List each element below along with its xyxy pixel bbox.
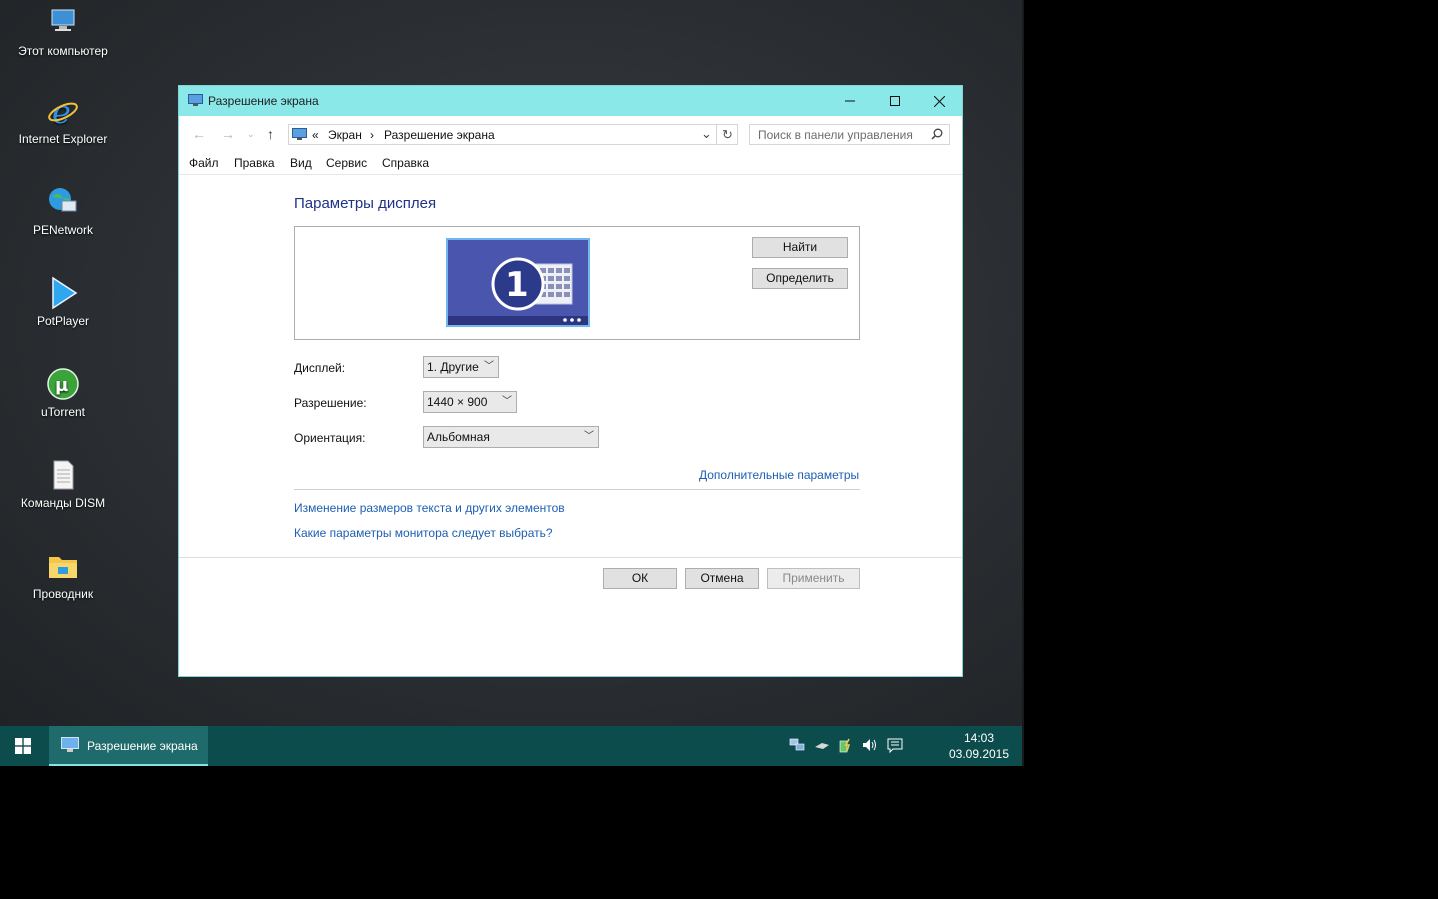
windows-logo-icon bbox=[15, 738, 31, 754]
monitor-1-tile[interactable]: 1 bbox=[446, 238, 590, 327]
chevron-down-icon: ﹀ bbox=[584, 431, 594, 442]
desktop-icon-dism-commands[interactable]: Команды DISM bbox=[8, 458, 118, 511]
breadcrumb-screen[interactable]: Экран bbox=[328, 128, 362, 142]
desktop-icon-label: Проводник bbox=[32, 587, 94, 601]
ok-button[interactable]: ОК bbox=[603, 568, 677, 589]
monitor-params-help-link[interactable]: Какие параметры монитора следует выбрать… bbox=[294, 526, 553, 540]
identify-button[interactable]: Определить bbox=[752, 268, 848, 289]
text-size-link[interactable]: Изменение размеров текста и других элеме… bbox=[294, 501, 565, 515]
apply-button[interactable]: Применить bbox=[767, 568, 860, 589]
display-value: 1. Другие bbox=[427, 360, 479, 374]
find-button[interactable]: Найти bbox=[752, 237, 848, 258]
text-document-icon bbox=[46, 458, 80, 492]
taskbar-item-screen-resolution[interactable]: Разрешение экрана bbox=[49, 726, 208, 766]
desktop-icon-label: Этот компьютер bbox=[18, 44, 108, 58]
recent-locations-chevron-icon[interactable]: ⌄ bbox=[247, 129, 255, 140]
desktop-icon-utorrent[interactable]: µ uTorrent bbox=[8, 367, 118, 420]
utorrent-icon: µ bbox=[46, 367, 80, 401]
network-globe-icon bbox=[46, 185, 80, 219]
orientation-value: Альбомная bbox=[427, 430, 490, 444]
address-bar[interactable]: « Экран › Разрешение экрана ⌄ ↻ bbox=[288, 124, 738, 145]
minimize-button[interactable] bbox=[827, 86, 872, 116]
minimize-icon bbox=[844, 100, 855, 102]
maximize-icon bbox=[889, 96, 900, 106]
clock-time: 14:03 bbox=[963, 731, 995, 745]
search-placeholder: Поиск в панели управления bbox=[758, 128, 913, 142]
window-title: Разрешение экрана bbox=[208, 94, 319, 108]
search-input[interactable]: Поиск в панели управления bbox=[749, 124, 950, 145]
usb-device-icon[interactable] bbox=[814, 737, 830, 753]
svg-text:µ: µ bbox=[55, 375, 68, 396]
display-icon bbox=[61, 737, 79, 756]
display-icon bbox=[292, 128, 307, 143]
desktop-icon-penetwork[interactable]: PENetwork bbox=[8, 185, 118, 238]
resolution-value: 1440 × 900 bbox=[427, 395, 488, 409]
divider bbox=[294, 489, 860, 490]
chevron-down-icon: ﹀ bbox=[484, 361, 494, 372]
advanced-settings-link[interactable]: Дополнительные параметры bbox=[699, 468, 859, 482]
start-button[interactable] bbox=[0, 726, 46, 766]
forward-arrow-icon[interactable]: → bbox=[221, 126, 235, 142]
screen-edge bbox=[1022, 0, 1024, 766]
menu-tools[interactable]: Сервис bbox=[326, 156, 367, 170]
volume-icon[interactable] bbox=[862, 737, 878, 753]
resolution-select[interactable]: 1440 × 900 ﹀ bbox=[423, 391, 517, 413]
display-select[interactable]: 1. Другие ﹀ bbox=[423, 356, 499, 378]
menu-help[interactable]: Справка bbox=[382, 156, 429, 170]
desktop-icon-label: PENetwork bbox=[32, 223, 94, 237]
desktop-icon-this-pc[interactable]: Этот компьютер bbox=[8, 6, 118, 59]
desktop-icon-label: Internet Explorer bbox=[18, 132, 108, 146]
power-battery-icon[interactable] bbox=[838, 737, 854, 753]
breadcrumb-separator: › bbox=[370, 128, 374, 142]
desktop-icon-explorer[interactable]: Проводник bbox=[8, 549, 118, 602]
up-arrow-icon[interactable]: ↑ bbox=[267, 126, 274, 142]
menu-view[interactable]: Вид bbox=[290, 156, 312, 170]
display-icon bbox=[188, 94, 203, 106]
desktop-icon-potplayer[interactable]: PotPlayer bbox=[8, 276, 118, 329]
taskbar-clock[interactable]: 14:03 03.09.2015 bbox=[940, 730, 1018, 762]
play-icon bbox=[46, 276, 80, 310]
clock-date: 03.09.2015 bbox=[948, 747, 1010, 761]
folder-icon bbox=[46, 549, 80, 583]
computer-icon bbox=[46, 6, 80, 40]
breadcrumb-overflow[interactable]: « bbox=[312, 128, 319, 142]
divider bbox=[716, 125, 717, 144]
resolution-label: Разрешение: bbox=[294, 396, 367, 410]
menu-file[interactable]: Файл bbox=[189, 156, 219, 170]
desktop: Этот компьютер e Internet Explorer PENet… bbox=[0, 0, 1022, 726]
menu-edit[interactable]: Правка bbox=[234, 156, 275, 170]
title-bar[interactable]: Разрешение экрана bbox=[179, 86, 962, 116]
taskbar-item-label: Разрешение экрана bbox=[87, 739, 198, 753]
desktop-icon-label: PotPlayer bbox=[36, 314, 90, 328]
monitor-preview-panel: 1 Найти Определить bbox=[294, 226, 860, 340]
page-title: Параметры дисплея bbox=[294, 195, 437, 212]
maximize-button[interactable] bbox=[872, 86, 917, 116]
display-label: Дисплей: bbox=[294, 361, 346, 375]
desktop-icon-label: uTorrent bbox=[40, 405, 86, 419]
network-adapters-icon[interactable] bbox=[789, 737, 805, 753]
address-dropdown-chevron-icon[interactable]: ⌄ bbox=[701, 126, 712, 142]
orientation-select[interactable]: Альбомная ﹀ bbox=[423, 426, 599, 448]
internet-explorer-icon: e bbox=[46, 93, 80, 131]
taskbar: Разрешение экрана 14:03 03.09.2015 bbox=[0, 726, 1022, 766]
chevron-down-icon: ﹀ bbox=[502, 396, 512, 407]
close-button[interactable] bbox=[917, 86, 962, 116]
monitor-number: 1 bbox=[505, 265, 529, 305]
menu-bar: Файл Правка Вид Сервис Справка bbox=[179, 150, 962, 175]
cancel-button[interactable]: Отмена bbox=[685, 568, 759, 589]
screen-resolution-window: Разрешение экрана ← → ⌄ ↑ « Экран › Разр… bbox=[178, 85, 963, 677]
navigation-bar: ← → ⌄ ↑ « Экран › Разрешение экрана ⌄ ↻ … bbox=[179, 116, 962, 150]
desktop-icon-internet-explorer[interactable]: e Internet Explorer bbox=[8, 93, 118, 147]
close-icon bbox=[934, 95, 945, 107]
orientation-label: Ориентация: bbox=[294, 431, 366, 445]
breadcrumb-screen-resolution[interactable]: Разрешение экрана bbox=[384, 128, 495, 142]
footer-divider bbox=[179, 557, 962, 558]
search-icon[interactable] bbox=[931, 128, 943, 143]
back-arrow-icon[interactable]: ← bbox=[192, 126, 206, 142]
desktop-icon-label: Команды DISM bbox=[20, 496, 106, 510]
refresh-icon[interactable]: ↻ bbox=[722, 127, 733, 143]
action-center-icon[interactable] bbox=[887, 737, 903, 754]
